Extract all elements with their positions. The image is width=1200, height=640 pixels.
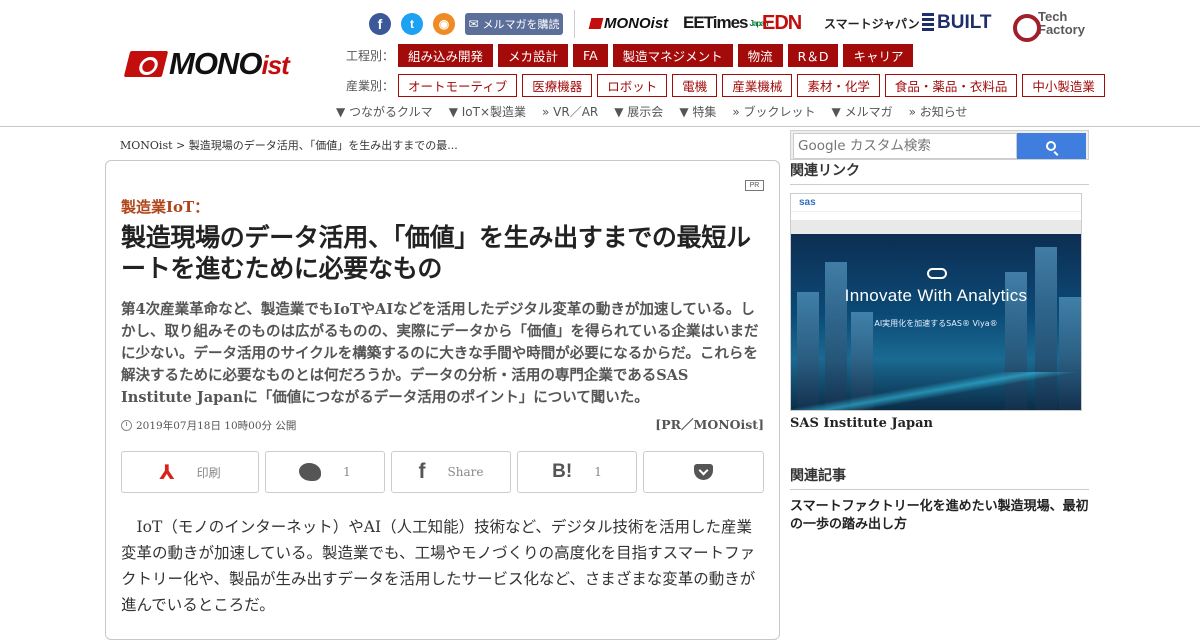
envelope-icon: ✉ — [468, 17, 479, 31]
rss-icon[interactable]: ◉ — [433, 13, 455, 35]
process-tag-career[interactable]: キャリア — [843, 44, 914, 67]
search-button[interactable] — [1016, 133, 1086, 159]
brand-eetimes-text: EETimes — [683, 13, 749, 32]
site-search — [790, 130, 1089, 160]
subnav-connected-car[interactable]: ▼ つながるクルマ — [336, 103, 433, 120]
hatena-bookmark-icon: B! — [552, 461, 573, 482]
facebook-icon[interactable]: f — [369, 13, 391, 35]
banner-headline: Innovate With Analytics — [844, 286, 1028, 305]
twitter-bird-icon — [299, 463, 322, 481]
banner-breadcrumb-bar — [791, 220, 1081, 234]
brand-link-monoist[interactable]: MONOist — [590, 10, 668, 36]
light-trail — [791, 372, 1081, 410]
facebook-f-icon: f — [418, 460, 426, 483]
process-tag-mechanical[interactable]: メカ設計 — [498, 44, 569, 67]
related-articles-heading: 関連記事 — [790, 465, 1089, 490]
subnav-features[interactable]: ▼ 特集 — [679, 103, 716, 120]
hatena-bookmark-button[interactable]: B! 1 — [517, 451, 637, 493]
related-article-link[interactable]: スマートファクトリー化を進めたい製造現場、最初の一歩の踏み出し方 — [790, 498, 1090, 534]
sas-logo: sas — [799, 197, 816, 208]
banner-menu-bar — [791, 211, 1081, 220]
header-divider — [574, 10, 575, 38]
site-logo[interactable]: MONOist — [123, 46, 313, 81]
sub-navigation: ▼ つながるクルマ ▼ IoT×製造業 » VR／AR ▼ 展示会 ▼ 特集 »… — [336, 103, 968, 120]
banner-subheadline: AI実用化を加速するSAS® Viya® — [874, 319, 998, 328]
pdf-icon: ⅄ — [159, 460, 175, 484]
newsletter-subscribe-label: メルマガを購読 — [482, 18, 560, 31]
logo-suffix: ist — [261, 50, 289, 80]
sponsor-caption[interactable]: SAS Institute Japan — [790, 416, 933, 431]
related-links-heading: 関連リンク — [790, 160, 1089, 185]
share-label: Share — [447, 465, 484, 479]
process-tag-embedded[interactable]: 組み込み開発 — [398, 44, 494, 67]
brand-link-built[interactable]: BUILT — [922, 10, 992, 36]
brand-link-edn[interactable]: EDN — [762, 10, 802, 36]
article-title: 製造現場のデータ活用、「価値」を生み出すまでの最短ルートを進むために必要なもの — [121, 223, 751, 283]
article-date: 2019年07月18日 10時00分 公開 — [136, 420, 297, 432]
brand-link-smartjapan[interactable]: スマートジャパン — [824, 10, 920, 36]
industry-tag-materials[interactable]: 素材・化学 — [797, 74, 880, 97]
site-header: MONOist f t ◉ ✉ メルマガを購読 MONOist EETimes J… — [0, 0, 1200, 127]
industry-category-nav: オートモーティブ 医療機器 ロボット 電機 産業機械 素材・化学 食品・薬品・衣… — [398, 74, 1105, 97]
industry-category-label: 産業別： — [346, 79, 395, 93]
subnav-newsletter[interactable]: ▼ メルマガ — [832, 103, 893, 120]
brand-link-techfactory[interactable]: Tech Factory — [1013, 10, 1085, 42]
article-meta: 2019年07月18日 10時00分 公開 — [121, 418, 296, 433]
subnav-iot[interactable]: ▼ IoT×製造業 — [449, 103, 526, 120]
process-category-label: 工程別： — [346, 49, 395, 63]
twitter-icon[interactable]: t — [401, 13, 423, 35]
subnav-vr-ar[interactable]: » VR／AR — [542, 103, 598, 120]
pocket-icon — [694, 464, 713, 480]
industry-tag-sme[interactable]: 中小製造業 — [1022, 74, 1105, 97]
facebook-share-button[interactable]: f Share — [391, 451, 511, 493]
article-body: IoT（モノのインターネット）やAI（人工知能）技術など、デジタル技術を活用した… — [121, 518, 756, 614]
industry-tag-electric[interactable]: 電機 — [672, 74, 718, 97]
industry-tag-robot[interactable]: ロボット — [597, 74, 668, 97]
brand-link-eetimes[interactable]: EETimes Japan — [683, 10, 769, 36]
tweet-button[interactable]: 1 — [265, 451, 385, 493]
article-lead: 第4次産業革命など、製造業でもIoTやAIなどを活用したデジタル変革の動きが加速… — [121, 301, 759, 406]
search-input[interactable] — [793, 133, 1017, 159]
industry-tag-medical[interactable]: 医療機器 — [522, 74, 593, 97]
process-tag-logistics[interactable]: 物流 — [737, 44, 783, 67]
pocket-button[interactable] — [643, 451, 764, 493]
article-credit: [PR／MONOist] — [655, 417, 764, 432]
subnav-exhibitions[interactable]: ▼ 展示会 — [614, 103, 663, 120]
newsletter-subscribe-button[interactable]: ✉ メルマガを購読 — [465, 13, 563, 35]
hatena-count: 1 — [594, 465, 602, 479]
process-category-nav: 組み込み開発 メカ設計 FA 製造マネジメント 物流 R＆D キャリア — [398, 44, 914, 67]
breadcrumb[interactable]: MONOist > 製造現場のデータ活用、「価値」を生み出すまでの最... — [120, 137, 458, 153]
industry-tag-machinery[interactable]: 産業機械 — [722, 74, 793, 97]
clock-icon — [121, 420, 132, 431]
print-label: 印刷 — [196, 465, 221, 480]
process-tag-fa[interactable]: FA — [573, 44, 608, 67]
tweet-count: 1 — [343, 465, 351, 479]
industry-tag-food-pharma[interactable]: 食品・薬品・衣料品 — [884, 74, 1018, 97]
brand-techfactory-line2: Factory — [1038, 22, 1085, 37]
print-button[interactable]: ⅄ 印刷 — [121, 451, 259, 493]
subnav-notices[interactable]: » お知らせ — [909, 103, 968, 120]
article-kicker: 製造業IoT： — [121, 198, 210, 216]
logo-text: MONO — [169, 46, 262, 81]
logo-mark-icon — [123, 51, 169, 77]
process-tag-management[interactable]: 製造マネジメント — [612, 44, 733, 67]
search-icon — [1046, 141, 1057, 151]
cloud-icon — [927, 268, 947, 279]
subnav-booklets[interactable]: » ブックレット — [732, 103, 815, 120]
sponsor-banner[interactable]: sas Innovate With Analytics AI実用化を加速するSA… — [790, 193, 1082, 411]
pr-badge: PR — [745, 180, 764, 191]
industry-tag-automotive[interactable]: オートモーティブ — [398, 74, 518, 97]
process-tag-rnd[interactable]: R＆D — [787, 44, 839, 67]
